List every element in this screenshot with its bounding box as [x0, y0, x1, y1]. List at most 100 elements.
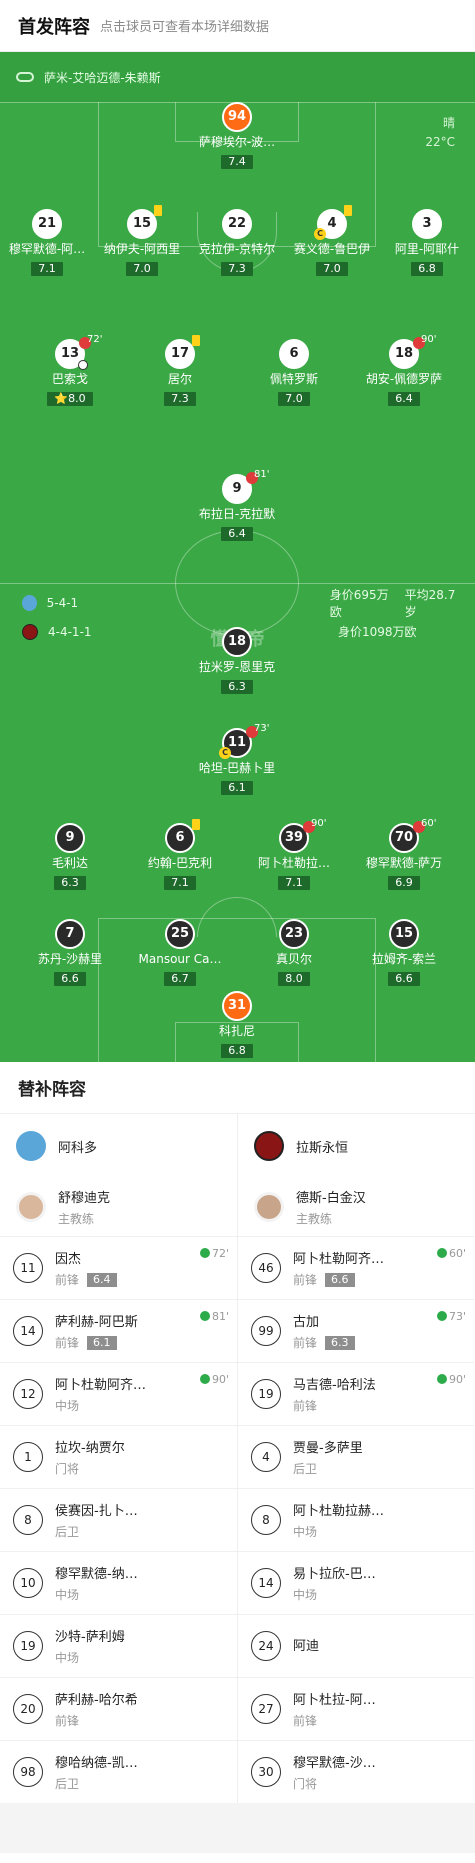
list-item[interactable]: 4 贾曼-多萨里 后卫: [238, 1425, 474, 1488]
sub-name: 阿卜杜勒拉赫…: [293, 1504, 385, 1519]
sub-name: 穆罕默德-纳…: [55, 1567, 138, 1582]
sub-in-minute: 72': [211, 1247, 229, 1260]
player-home-mid-4[interactable]: 18 90' 胡安-佩德罗萨 6.4: [349, 334, 459, 406]
player-name: 阿里-阿耶什: [394, 242, 460, 256]
player-name: 毛利达: [51, 856, 88, 870]
player-away-gk[interactable]: 31 科扎尼 6.8: [182, 991, 292, 1058]
player-away-fwd[interactable]: 18 拉米罗-恩里克 6.3: [182, 627, 292, 694]
captain-icon: C: [314, 228, 326, 240]
sub-position: 中场: [55, 1651, 80, 1665]
sub-in-minute: 90': [448, 1373, 466, 1386]
list-item[interactable]: 10 穆罕默德-纳… 中场: [0, 1551, 237, 1614]
player-rating: 6.7: [164, 972, 196, 986]
subs-title: 替补阵容: [0, 1062, 475, 1114]
player-number: 18: [394, 346, 414, 361]
sub-in-icon: [436, 1311, 447, 1321]
player-name: 真贝尔: [275, 952, 312, 966]
player-away-mid-3[interactable]: 39 90' 阿卜杜勒拉… 7.1: [239, 818, 349, 890]
list-item[interactable]: 99 古加 前锋 6.3 73': [238, 1299, 474, 1362]
sub-in-time: 90': [436, 1373, 466, 1386]
player-name: 穆罕默德-萨万: [365, 856, 443, 870]
sub-position: 前锋: [293, 1399, 318, 1413]
player-name: 阿卜杜勒拉…: [257, 856, 330, 870]
list-item[interactable]: 8 侯赛因-扎卜… 后卫: [0, 1488, 237, 1551]
player-away-mid-2[interactable]: 6 约翰-巴克利 7.1: [125, 819, 235, 890]
coach-role: 主教练: [296, 1212, 333, 1226]
coach-role: 主教练: [58, 1212, 95, 1226]
list-item[interactable]: 14 萨利赫-阿巴斯 前锋 6.1 81': [0, 1299, 237, 1362]
player-rating: 6.6: [388, 972, 420, 986]
list-item[interactable]: 8 阿卜杜勒拉赫… 中场: [238, 1488, 474, 1551]
sub-name: 沙特-萨利姆: [55, 1630, 125, 1645]
player-rating: 6.1: [221, 781, 253, 795]
player-away-def-2[interactable]: 25 Mansour Ca… 6.7: [125, 919, 235, 986]
subs-columns: 阿科多 舒穆迪克 主教练 11 因杰 前锋 6.4 72' 14 萨利赫-阿巴斯 前锋 6.1 81…: [0, 1114, 475, 1803]
list-item[interactable]: 19 沙特-萨利姆 中场: [0, 1614, 237, 1677]
sub-in-minute: 90': [211, 1373, 229, 1386]
list-item[interactable]: 12 阿卜杜勒阿齐… 中场 90': [0, 1362, 237, 1425]
player-name: 克拉伊-京特尔: [198, 242, 276, 256]
player-home-mid-3[interactable]: 6 佩特罗斯 7.0: [239, 339, 349, 406]
sub-time: 90': [311, 818, 327, 829]
player-home-def-4[interactable]: 4C 赛义德-鲁巴伊 7.0: [277, 205, 387, 276]
sub-name: 阿卜杜拉-阿…: [293, 1693, 376, 1708]
sub-name: 阿迪: [293, 1638, 320, 1654]
player-number: 9: [232, 481, 242, 496]
list-item[interactable]: 14 易卜拉欣-巴… 中场: [238, 1551, 474, 1614]
sub-number: 30: [251, 1757, 281, 1787]
player-away-am[interactable]: 11 C 73' 哈坦-巴赫卜里 6.1: [182, 723, 292, 795]
away-team-name: 拉斯永恒: [296, 1140, 349, 1156]
away-team-row[interactable]: 拉斯永恒: [238, 1114, 474, 1178]
lineup-header: 首发阵容 点击球员可查看本场详细数据: [0, 0, 475, 52]
sub-name: 穆罕默德-沙…: [293, 1756, 376, 1771]
list-item[interactable]: 19 马吉德-哈利法 前锋 90': [238, 1362, 474, 1425]
player-away-def-4[interactable]: 15 拉姆齐-索兰 6.6: [349, 919, 459, 986]
player-rating: 7.0: [126, 262, 158, 276]
player-home-mid-2[interactable]: 17 居尔 7.3: [125, 335, 235, 406]
player-away-mid-4[interactable]: 70 60' 穆罕默德-萨万 6.9: [349, 818, 459, 890]
player-away-def-3[interactable]: 23 真贝尔 8.0: [239, 919, 349, 986]
sub-rating: 6.3: [325, 1335, 355, 1350]
player-name: 胡安-佩德罗萨: [365, 372, 443, 386]
list-item[interactable]: 20 萨利赫-哈尔希 前锋: [0, 1677, 237, 1740]
player-home-def-5[interactable]: 3 阿里-阿耶什 6.8: [372, 209, 475, 276]
player-away-mid-1[interactable]: 9 毛利达 6.3: [15, 823, 125, 890]
player-name: 布拉日-克拉默: [198, 507, 276, 521]
player-home-def-2[interactable]: 15 纳伊夫-阿西里 7.0: [87, 205, 197, 276]
player-number: 7: [65, 926, 75, 941]
player-number: 18: [227, 634, 247, 649]
sub-in-time: 81': [199, 1310, 229, 1323]
coach-name: 德斯-白金汉: [296, 1191, 366, 1206]
player-number: 17: [170, 346, 190, 361]
list-item[interactable]: 11 因杰 前锋 6.4 72': [0, 1236, 237, 1299]
list-item[interactable]: 27 阿卜杜拉-阿… 前锋: [238, 1677, 474, 1740]
player-home-def-3[interactable]: 22 克拉伊-京特尔 7.3: [182, 209, 292, 276]
yellow-card-icon: [154, 205, 162, 216]
player-home-fwd[interactable]: 9 81' 布拉日-克拉默 6.4: [182, 469, 292, 541]
list-item[interactable]: 98 穆哈纳德-凯… 后卫: [0, 1740, 237, 1803]
home-team-row[interactable]: 阿科多: [0, 1114, 237, 1178]
away-worth: 身价1098万欧: [338, 625, 417, 639]
list-item[interactable]: 1 拉坎-纳贾尔 门将: [0, 1425, 237, 1488]
sub-in-time: 72': [199, 1247, 229, 1260]
player-home-gk[interactable]: 94 萨穆埃尔-波… 7.4: [182, 102, 292, 169]
player-rating: 7.0: [316, 262, 348, 276]
away-coach[interactable]: 德斯-白金汉 主教练: [238, 1178, 474, 1236]
lineup-title: 首发阵容: [18, 16, 90, 38]
player-rating: 7.1: [31, 262, 63, 276]
list-item[interactable]: 46 阿卜杜勒阿齐… 前锋 6.6 60': [238, 1236, 474, 1299]
sub-time: 60': [421, 818, 437, 829]
player-number: 39: [284, 830, 304, 845]
list-item[interactable]: 30 穆罕默德-沙… 门将: [238, 1740, 474, 1803]
sub-in-time: 60': [436, 1247, 466, 1260]
yellow-card-icon: [344, 205, 352, 216]
player-rating: 8.0: [278, 972, 310, 986]
sub-rating: 6.1: [87, 1335, 117, 1350]
sub-name: 古加: [293, 1315, 320, 1330]
sub-number: 99: [251, 1316, 281, 1346]
home-coach[interactable]: 舒穆迪克 主教练: [0, 1178, 237, 1236]
player-away-def-1[interactable]: 7 苏丹-沙赫里 6.6: [15, 919, 125, 986]
away-subs-column: 拉斯永恒 德斯-白金汉 主教练 46 阿卜杜勒阿齐… 前锋 6.6 60' 99 古加前锋 6.…: [237, 1114, 474, 1803]
list-item[interactable]: 24 阿迪: [238, 1614, 474, 1677]
player-home-mid-1[interactable]: 13 72' 巴索戈 ⭐8.0: [15, 334, 125, 406]
